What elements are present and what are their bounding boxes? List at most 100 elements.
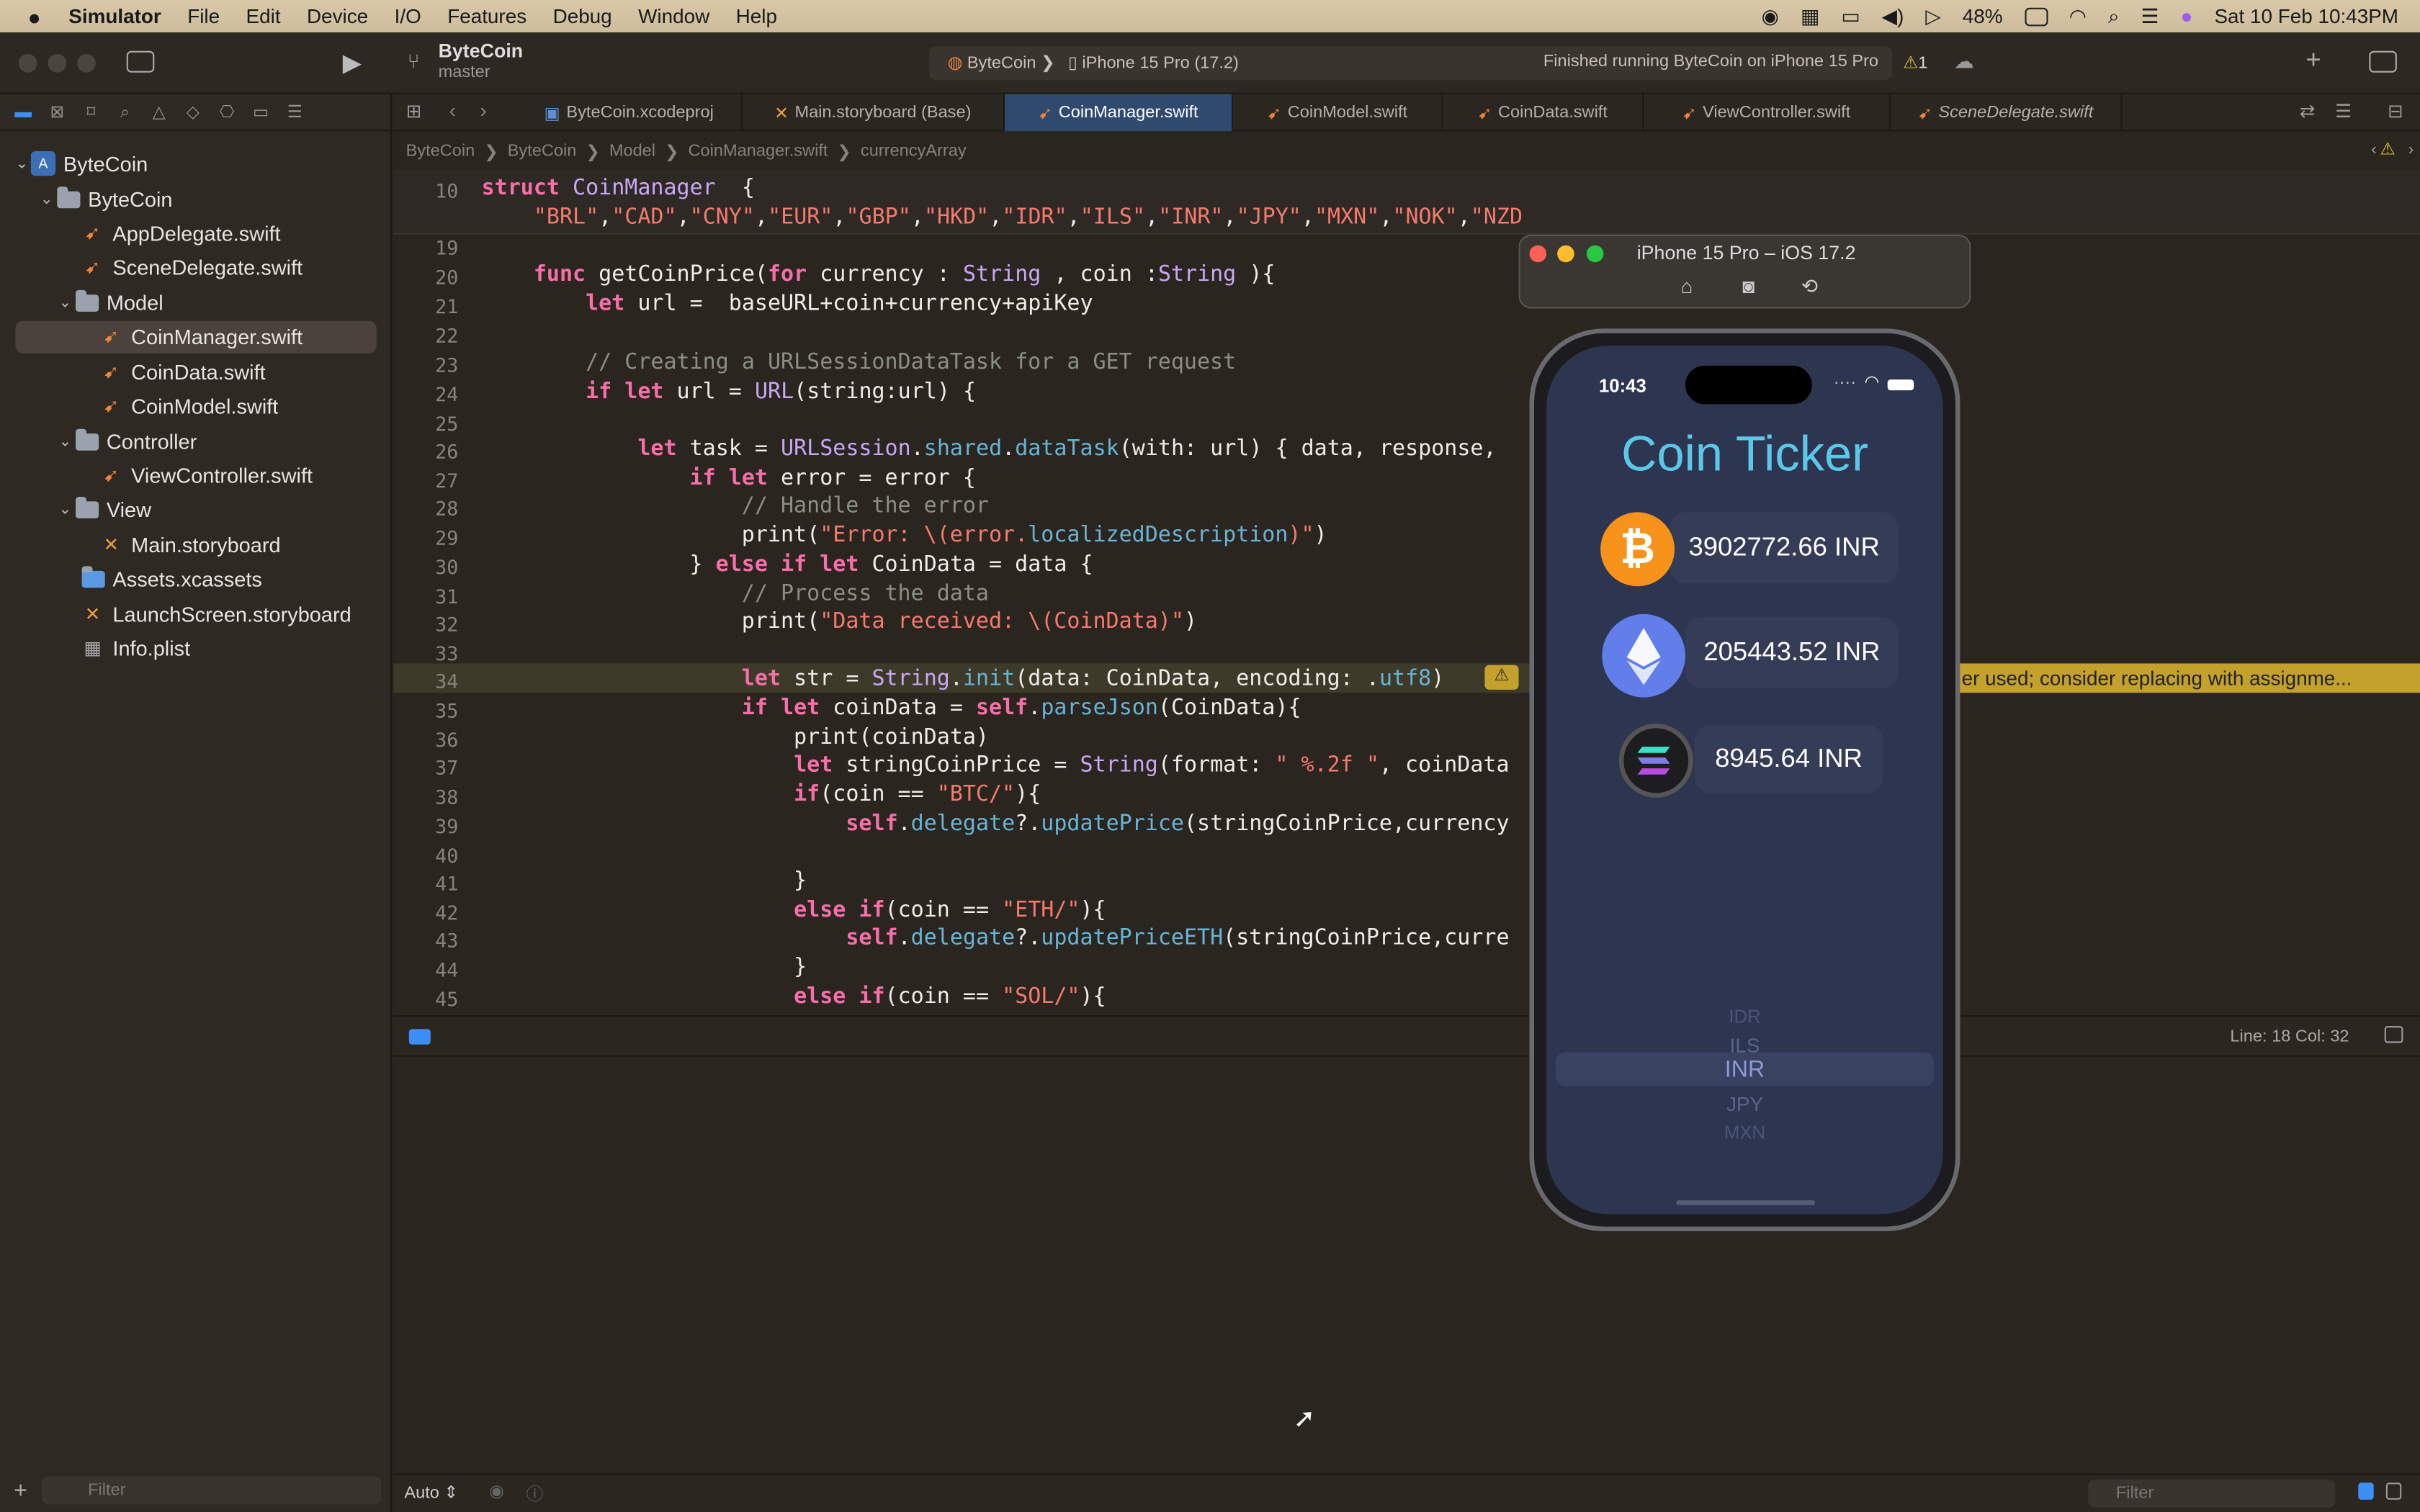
split-editor-icon[interactable]: ⊟ bbox=[2388, 100, 2403, 122]
volume-icon[interactable]: ◀) bbox=[1882, 4, 1904, 28]
tree-group-model[interactable]: ⌄ Model bbox=[58, 287, 163, 318]
prev-issue-icon[interactable]: ‹ bbox=[2371, 140, 2377, 159]
tree-file-appdelegate[interactable]: ➹ AppDelegate.swift bbox=[80, 217, 281, 248]
jump-folder[interactable]: Model bbox=[609, 142, 655, 161]
sidebar-toggle-icon[interactable] bbox=[126, 50, 155, 73]
jump-symbol[interactable]: currencyArray bbox=[861, 142, 967, 161]
code-line[interactable]: print("Error: \(error.localizedDescripti… bbox=[482, 523, 1327, 547]
code-line[interactable]: let stringCoinPrice = String(format: " %… bbox=[482, 753, 1509, 778]
close-button[interactable] bbox=[18, 54, 37, 73]
control-center-icon[interactable]: ☰ bbox=[2141, 4, 2159, 28]
menu-debug[interactable]: Debug bbox=[553, 4, 612, 27]
code-line[interactable]: let url = baseURL+coin+currency+apiKey bbox=[482, 292, 1093, 316]
test-icon[interactable]: ◇ bbox=[182, 103, 204, 122]
add-file-icon[interactable]: + bbox=[14, 1478, 27, 1504]
find-icon[interactable]: ⌕ bbox=[115, 103, 136, 122]
menu-help[interactable]: Help bbox=[736, 4, 777, 27]
tab-coinmodel[interactable]: ➹ CoinModel.swift bbox=[1233, 94, 1443, 132]
add-icon[interactable]: + bbox=[2305, 45, 2321, 76]
folder-icon[interactable]: ▬ bbox=[12, 103, 34, 122]
code-line[interactable]: // Process the data bbox=[482, 582, 989, 606]
code-line[interactable]: print("Data received: \(CoinData)") bbox=[482, 609, 1197, 634]
keyboard-icon[interactable]: ▦ bbox=[1801, 4, 1819, 28]
menu-file[interactable]: File bbox=[187, 4, 220, 27]
menu-device[interactable]: Device bbox=[307, 4, 368, 27]
apple-icon[interactable]: ● bbox=[28, 4, 41, 28]
tree-file-coinmodel[interactable]: ➹ CoinModel.swift bbox=[99, 390, 279, 421]
console-filter-input[interactable]: Filter bbox=[2088, 1480, 2336, 1508]
tree-file-assets[interactable]: Assets.xcassets bbox=[80, 563, 262, 594]
code-line[interactable]: print(coinData) bbox=[482, 725, 989, 750]
tab-xcodeproj[interactable]: ▣ ByteCoin.xcodeproj bbox=[517, 94, 743, 132]
debug-area-toggle-icon[interactable] bbox=[408, 1029, 431, 1045]
menu-features[interactable]: Features bbox=[447, 4, 526, 27]
console-area[interactable] bbox=[393, 1056, 2420, 1474]
code-line[interactable]: func getCoinPrice(for currency : String … bbox=[482, 262, 1276, 287]
inspector-toggle-icon[interactable] bbox=[2369, 50, 2397, 73]
jump-project[interactable]: ByteCoin bbox=[406, 142, 475, 161]
tree-file-infoplist[interactable]: ▦ Info.plist bbox=[80, 633, 190, 664]
output-mode-selector[interactable]: Auto ⇕ bbox=[404, 1482, 458, 1503]
warning-count[interactable]: ⚠1 bbox=[1903, 53, 1927, 73]
picker-item[interactable]: MXN bbox=[1546, 1122, 1943, 1143]
info-icon[interactable]: ⓘ bbox=[526, 1481, 544, 1506]
tab-coindata[interactable]: ➹ CoinData.swift bbox=[1443, 94, 1644, 132]
eye-icon[interactable]: ◉ bbox=[489, 1481, 504, 1501]
next-issue-icon[interactable]: › bbox=[2408, 140, 2414, 159]
picker-item[interactable]: JPY bbox=[1546, 1092, 1943, 1115]
tree-file-coindata[interactable]: ➹ CoinData.swift bbox=[99, 356, 266, 387]
tree-group-controller[interactable]: ⌄ Controller bbox=[58, 426, 197, 456]
jump-group[interactable]: ByteCoin bbox=[508, 142, 577, 161]
device-selector[interactable]: ▯ iPhone 15 Pro (17.2) bbox=[1068, 53, 1239, 73]
warning-icon[interactable]: ⚠ bbox=[2380, 139, 2396, 159]
tab-scenedelegate[interactable]: ➹ SceneDelegate.swift bbox=[1891, 94, 2123, 132]
navigator-filter-input[interactable]: Filter bbox=[41, 1476, 382, 1505]
play-icon[interactable]: ▷ bbox=[1925, 4, 1940, 28]
code-line[interactable]: } else if let CoinData = data { bbox=[482, 552, 1093, 577]
tree-file-coinmanager[interactable]: ➹ CoinManager.swift bbox=[99, 321, 303, 352]
grid-icon[interactable]: ⊞ bbox=[406, 100, 422, 122]
warning-badge-icon[interactable]: ⚠ bbox=[1484, 665, 1519, 690]
picker-item[interactable]: IDR bbox=[1546, 1006, 1943, 1027]
code-line[interactable]: else if(coin == "SOL/"){ bbox=[482, 984, 1106, 1009]
tree-project[interactable]: ⌄ A ByteCoin bbox=[15, 148, 148, 179]
breakpoint-icon[interactable]: ▭ bbox=[250, 103, 272, 122]
minimap-toggle-icon[interactable] bbox=[2384, 1026, 2403, 1043]
user-icon[interactable]: ◉ bbox=[1762, 4, 1779, 28]
tree-file-viewcontroller[interactable]: ➹ ViewController.swift bbox=[99, 460, 313, 491]
menu-clock[interactable]: Sat 10 Feb 10:43PM bbox=[2214, 4, 2398, 27]
menu-io[interactable]: I/O bbox=[395, 4, 421, 27]
bookmark-icon[interactable]: ⌑ bbox=[80, 103, 102, 122]
code-line[interactable]: // Handle the error bbox=[482, 494, 989, 518]
tab-coinmanager[interactable]: ➹ CoinManager.swift bbox=[1005, 94, 1234, 132]
jump-file[interactable]: CoinManager.swift bbox=[689, 142, 828, 161]
code-line[interactable]: let task = URLSession.shared.dataTask(wi… bbox=[482, 436, 1496, 461]
tab-viewcontroller[interactable]: ➹ ViewController.swift bbox=[1644, 94, 1891, 132]
picker-item[interactable]: ILS bbox=[1546, 1034, 1943, 1057]
battery-icon[interactable] bbox=[2024, 6, 2048, 26]
cloud-icon[interactable]: ☁ bbox=[1954, 50, 1974, 74]
issue-icon[interactable]: △ bbox=[148, 103, 170, 122]
editor-options-icon[interactable]: ☰ bbox=[2335, 100, 2352, 122]
display-icon[interactable]: ▭ bbox=[1841, 4, 1860, 28]
tree-group-bytecoin[interactable]: ⌄ ByteCoin bbox=[40, 184, 173, 215]
code-line[interactable]: struct CoinManager { bbox=[482, 176, 755, 200]
warning-message[interactable]: er used; consider replacing with assignm… bbox=[1957, 663, 2420, 693]
code-line[interactable]: self.delegate?.updatePrice(stringCoinPri… bbox=[482, 811, 1509, 836]
code-line[interactable]: self.delegate?.updatePriceETH(stringCoin… bbox=[482, 926, 1509, 950]
code-line[interactable]: if(coin == "BTC/"){ bbox=[482, 782, 1041, 806]
minimize-button[interactable] bbox=[48, 54, 67, 73]
zoom-button[interactable] bbox=[77, 54, 96, 73]
tree-group-view[interactable]: ⌄ View bbox=[58, 494, 151, 525]
code-line[interactable]: } bbox=[482, 868, 807, 893]
debug-icon[interactable]: ⎔ bbox=[216, 103, 238, 122]
swap-icon[interactable]: ⇄ bbox=[2300, 100, 2316, 122]
code-line[interactable]: // Creating a URLSessionDataTask for a G… bbox=[482, 350, 1236, 374]
code-line[interactable]: let str = String.init(data: CoinData, en… bbox=[482, 667, 1444, 691]
tree-file-scenedelegate[interactable]: ➹ SceneDelegate.swift bbox=[80, 251, 302, 282]
menu-edit[interactable]: Edit bbox=[246, 4, 281, 27]
wifi-icon[interactable]: ◠ bbox=[2069, 4, 2087, 28]
run-icon[interactable]: ▶ bbox=[343, 48, 362, 78]
picker-selected-item[interactable]: INR bbox=[1546, 1057, 1943, 1083]
report-icon[interactable]: ☰ bbox=[284, 103, 305, 122]
